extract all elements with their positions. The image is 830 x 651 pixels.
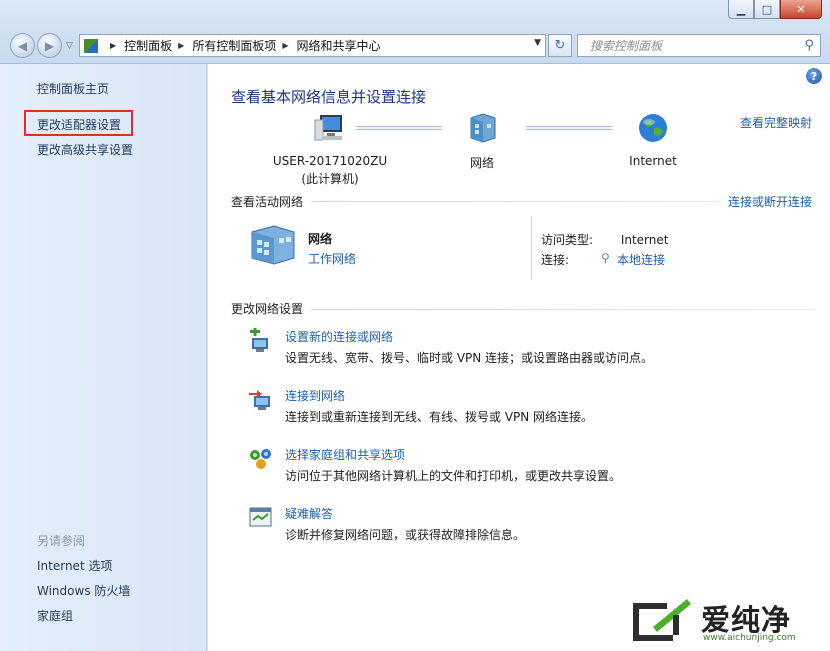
close-button[interactable]: ✕ <box>780 0 822 19</box>
active-network-name: 网络 <box>308 232 333 246</box>
search-placeholder: 搜索控制面板 <box>590 39 663 53</box>
map-link-line <box>356 126 442 130</box>
see-full-map-link[interactable]: 查看完整映射 <box>740 114 812 131</box>
left-link-windows-firewall[interactable]: Windows 防火墙 <box>37 582 130 599</box>
connect-disconnect-link[interactable]: 连接或断开连接 <box>728 193 812 210</box>
left-link-internet-options[interactable]: Internet 选项 <box>37 557 112 574</box>
search-input[interactable]: 搜索控制面板 ⚲ <box>577 34 821 57</box>
connect-network-icon <box>249 390 270 410</box>
main-pane: ? 查看基本网络信息并设置连接 查看完整映射 USER-20171020ZU (… <box>208 64 830 651</box>
network-label: 网络 <box>469 156 494 170</box>
back-arrow-icon: ◀ <box>17 38 28 53</box>
breadcrumb-network-center[interactable]: 网络和共享中心 <box>297 37 381 54</box>
map-link-line <box>526 126 612 130</box>
troubleshoot-icon <box>249 507 272 527</box>
map-network: 网络 <box>452 112 512 171</box>
access-type-row: 访问类型: Internet <box>541 231 668 248</box>
access-type-value: Internet <box>620 233 669 247</box>
nav-buttons: ◀ ▶ ▽ <box>10 33 73 58</box>
task-title[interactable]: 设置新的连接或网络 <box>285 328 393 345</box>
computer-name: USER-20171020ZU <box>272 154 388 168</box>
breadcrumb: ▶ 控制面板 ▶ 所有控制面板项 ▶ 网络和共享中心 <box>104 37 381 54</box>
homegroup-icon <box>250 449 271 469</box>
search-icon[interactable]: ⚲ <box>804 38 814 53</box>
address-bar[interactable]: ▶ 控制面板 ▶ 所有控制面板项 ▶ 网络和共享中心 ▼ <box>79 34 546 57</box>
watermark-emblem-icon <box>633 599 691 641</box>
minimize-button[interactable]: ▁ <box>728 0 754 19</box>
task-desc: 设置无线、宽带、拨号、临时或 VPN 连接；或设置路由器或访问点。 <box>285 351 654 365</box>
change-settings-header: 更改网络设置 <box>231 302 304 316</box>
control-panel-icon <box>84 38 98 53</box>
breadcrumb-arrow-icon[interactable]: ▶ <box>110 41 116 50</box>
map-internet: Internet <box>618 112 688 168</box>
active-networks-header: 查看活动网络 <box>231 195 304 209</box>
internet-label: Internet <box>629 154 677 168</box>
title-bar: ▁ □ ✕ ◀ ▶ ▽ ▶ 控制面板 ▶ 所有控制面板项 ▶ 网络和共享中心 ▼… <box>0 0 830 64</box>
globe-icon <box>639 114 667 142</box>
task-title[interactable]: 选择家庭组和共享选项 <box>285 446 405 463</box>
task-desc: 连接到或重新连接到无线、有线、拨号或 VPN 网络连接。 <box>285 410 594 424</box>
map-computer: USER-20171020ZU (此计算机) <box>260 112 400 187</box>
access-type-label: 访问类型: <box>541 233 594 247</box>
new-connection-icon <box>250 328 268 352</box>
watermark-url: www.aichunjing.com <box>703 633 796 643</box>
left-pane: 控制面板主页 更改适配器设置 更改高级共享设置 另请参阅 Internet 选项… <box>0 64 207 651</box>
computer-icon <box>314 115 342 141</box>
window-controls: ▁ □ ✕ <box>728 0 822 19</box>
address-dropdown-icon[interactable]: ▼ <box>534 38 541 48</box>
network-icon <box>470 113 496 143</box>
help-icon[interactable]: ? <box>806 68 822 84</box>
ethernet-icon: ⚲ <box>601 251 610 265</box>
maximize-button[interactable]: □ <box>754 0 780 19</box>
recent-pages-dropdown-icon[interactable]: ▽ <box>66 41 73 51</box>
breadcrumb-arrow-icon[interactable]: ▶ <box>282 41 288 50</box>
network-type-link[interactable]: 工作网络 <box>308 250 356 267</box>
left-link-change-adapter[interactable]: 更改适配器设置 <box>37 116 121 133</box>
breadcrumb-all-items[interactable]: 所有控制面板项 <box>192 37 276 54</box>
see-also-header: 另请参阅 <box>37 534 86 548</box>
left-link-advanced-sharing[interactable]: 更改高级共享设置 <box>37 141 133 158</box>
section-divider <box>311 309 814 310</box>
forward-button[interactable]: ▶ <box>37 33 62 58</box>
breadcrumb-control-panel[interactable]: 控制面板 <box>124 37 172 54</box>
refresh-icon: ↻ <box>554 38 566 53</box>
task-title[interactable]: 连接到网络 <box>285 387 345 404</box>
vertical-divider <box>531 216 532 280</box>
left-link-control-panel-home[interactable]: 控制面板主页 <box>37 80 109 97</box>
back-button[interactable]: ◀ <box>10 33 35 58</box>
watermark-logo: 爱纯净 www.aichunjing.com <box>627 593 827 647</box>
left-link-homegroup[interactable]: 家庭组 <box>37 607 73 624</box>
task-desc: 诊断并修复网络问题，或获得故障排除信息。 <box>285 528 526 542</box>
forward-arrow-icon: ▶ <box>44 38 55 53</box>
section-divider <box>311 201 721 202</box>
refresh-button[interactable]: ↻ <box>548 34 572 57</box>
local-connection-link[interactable]: 本地连接 <box>617 251 665 268</box>
computer-sub: (此计算机) <box>301 172 359 186</box>
work-network-icon <box>251 225 295 265</box>
connections-row: 连接: ⚲ 本地连接 <box>541 251 665 268</box>
page-title: 查看基本网络信息并设置连接 <box>231 88 427 106</box>
task-title[interactable]: 疑难解答 <box>285 505 333 522</box>
breadcrumb-arrow-icon[interactable]: ▶ <box>178 41 184 50</box>
task-desc: 访问位于其他网络计算机上的文件和打印机，或更改共享设置。 <box>285 469 622 483</box>
